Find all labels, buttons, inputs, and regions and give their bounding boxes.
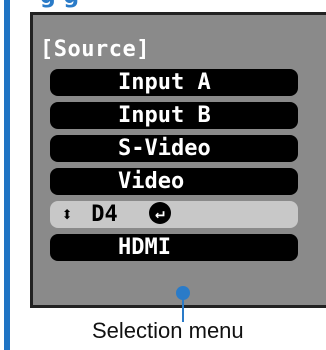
menu-item-input-a[interactable]: Input A — [50, 69, 298, 96]
menu-item-label: HDMI — [118, 235, 171, 260]
menu-item-label: Video — [118, 169, 185, 194]
menu-heading: [Source] — [40, 37, 150, 62]
menu-item-s-video[interactable]: S-Video — [50, 135, 298, 162]
menu-item-label: Input A — [118, 70, 211, 95]
partial-page-title: g g — [40, 0, 310, 8]
menu-item-video[interactable]: Video — [50, 168, 298, 195]
figure-caption: Selection menu — [92, 318, 244, 343]
menu-item-label: Input B — [118, 103, 211, 128]
enter-return-icon: ↵ — [149, 202, 171, 224]
left-accent-border — [4, 0, 10, 350]
up-down-arrow-icon: ⬍ — [60, 202, 74, 226]
menu-item-label: D4 — [91, 202, 118, 227]
menu-item-input-b[interactable]: Input B — [50, 102, 298, 129]
menu-item-hdmi[interactable]: HDMI — [50, 234, 298, 261]
menu-item-label: S-Video — [118, 136, 211, 161]
source-menu-list: Input A Input B S-Video Video ⬍ D4 ↵ HDM… — [50, 69, 316, 267]
menu-item-d4-selected[interactable]: ⬍ D4 ↵ — [50, 201, 298, 228]
